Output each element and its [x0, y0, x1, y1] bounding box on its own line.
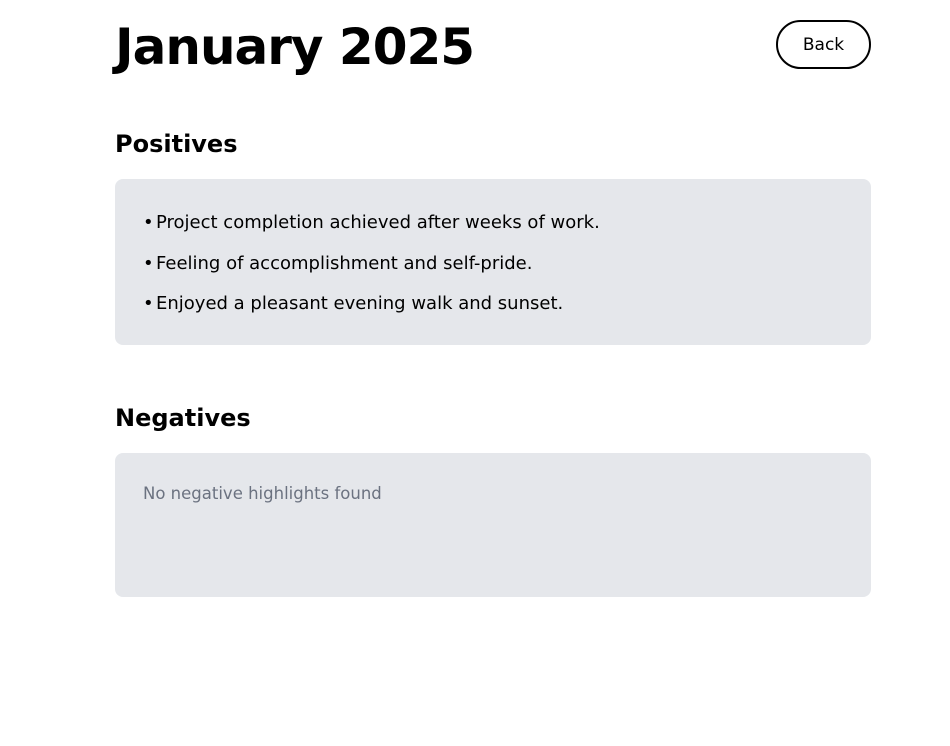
- positive-item-text: Enjoyed a pleasant evening walk and suns…: [156, 293, 564, 314]
- bullet-icon: •: [143, 212, 154, 233]
- page-title: January 2025: [115, 18, 475, 76]
- negatives-card: No negative highlights found: [115, 453, 871, 597]
- back-button[interactable]: Back: [776, 20, 871, 69]
- bullet-icon: •: [143, 252, 154, 274]
- bullet-icon: •: [143, 293, 154, 314]
- negatives-empty-message: No negative highlights found: [143, 484, 382, 503]
- positive-list-item: • Project completion achieved after week…: [143, 209, 843, 237]
- positive-item-text: Project completion achieved after weeks …: [156, 212, 600, 233]
- page: January 2025 Back Positives • Project co…: [0, 0, 950, 746]
- positive-list-item: • Feeling of accomplishment and self-pri…: [143, 250, 843, 278]
- positives-heading: Positives: [115, 130, 238, 158]
- positive-item-text: Feeling of accomplishment and self-pride…: [156, 252, 533, 274]
- negatives-heading: Negatives: [115, 404, 251, 432]
- positives-card: • Project completion achieved after week…: [115, 179, 871, 345]
- positive-list-item: • Enjoyed a pleasant evening walk and su…: [143, 290, 843, 318]
